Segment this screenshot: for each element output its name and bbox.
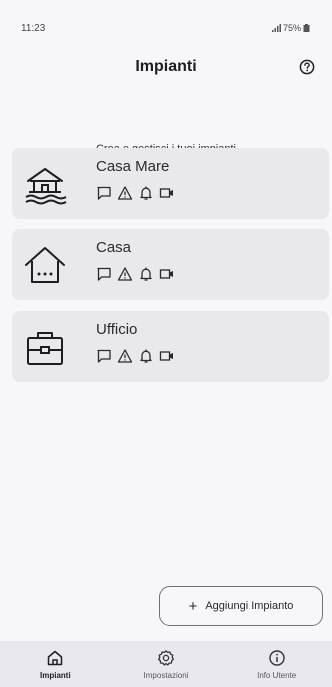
alert-triangle-icon xyxy=(117,349,133,363)
home-icon xyxy=(48,650,63,666)
camera-icon xyxy=(159,188,173,198)
nav-item-info-utente[interactable]: Info Utente xyxy=(221,641,332,687)
impianto-card-casa-mare[interactable]: Casa Mare xyxy=(12,148,329,219)
alert-triangle-icon xyxy=(117,186,133,200)
camera-icon xyxy=(159,351,173,361)
impianto-name: Ufficio xyxy=(96,321,138,338)
signal-icon xyxy=(271,24,281,32)
message-icon xyxy=(97,267,111,281)
add-impianto-label: Aggiungi Impianto xyxy=(205,600,294,612)
info-icon xyxy=(268,650,285,666)
beach-house-icon xyxy=(25,168,67,205)
nav-item-impianti[interactable]: Impianti xyxy=(0,641,111,687)
feature-icons xyxy=(96,185,175,201)
add-impianto-button[interactable]: + Aggiungi Impianto xyxy=(159,586,323,626)
message-icon xyxy=(97,349,111,363)
battery-percent: 75% xyxy=(282,23,301,33)
page-title: Impianti xyxy=(135,58,197,75)
settings-icon xyxy=(157,650,175,666)
alert-triangle-icon xyxy=(117,267,133,281)
plus-icon: + xyxy=(188,597,198,615)
impianto-card-casa[interactable]: Casa xyxy=(12,229,329,300)
battery-icon xyxy=(303,24,310,32)
feature-icons xyxy=(96,348,175,364)
nav-label: Impianti xyxy=(40,671,71,680)
help-circle-icon[interactable] xyxy=(299,59,315,75)
status-indicators: 75% xyxy=(271,23,310,33)
camera-icon xyxy=(159,269,173,279)
impianto-name: Casa Mare xyxy=(96,158,170,175)
nav-item-impostazioni[interactable]: Impostazioni xyxy=(111,641,222,687)
bell-icon xyxy=(140,267,152,281)
message-icon xyxy=(97,186,111,200)
nav-label: Impostazioni xyxy=(143,671,189,680)
bottom-nav: Impianti Impostazioni Info Utente xyxy=(0,641,332,687)
impianto-card-ufficio[interactable]: Ufficio xyxy=(12,311,329,382)
status-bar: 11:23 75% xyxy=(0,0,332,34)
status-time: 11:23 xyxy=(21,23,46,34)
impianto-name: Casa xyxy=(96,239,132,256)
home-icon xyxy=(25,247,65,283)
briefcase-icon xyxy=(27,332,63,365)
bell-icon xyxy=(140,349,152,363)
feature-icons xyxy=(96,266,175,282)
nav-label: Info Utente xyxy=(257,671,297,680)
bell-icon xyxy=(140,186,152,200)
